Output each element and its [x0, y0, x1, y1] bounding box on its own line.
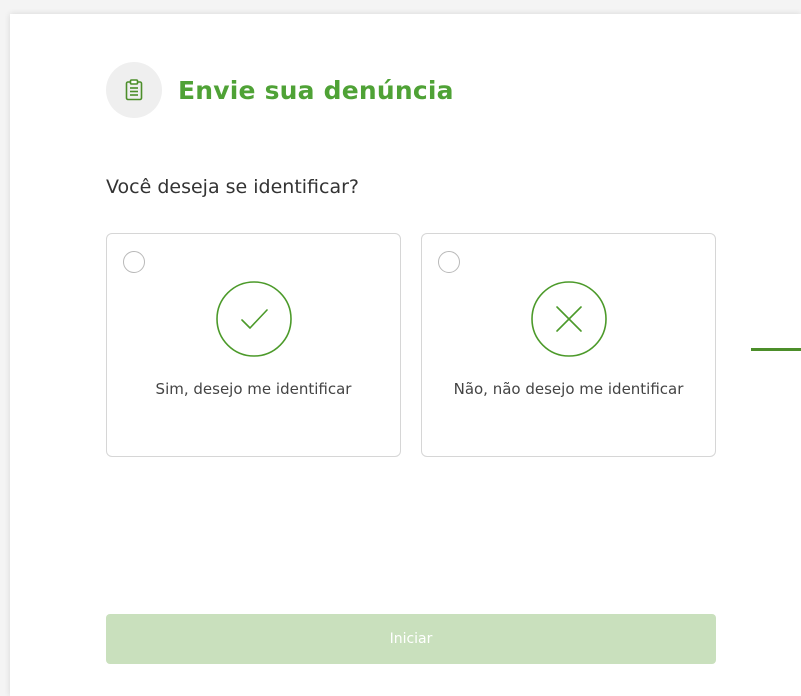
header-icon-badge — [106, 62, 162, 118]
option-identify-no[interactable]: Não, não desejo me identificar — [421, 233, 716, 457]
option-label-yes: Sim, desejo me identificar — [155, 380, 352, 398]
x-circle-icon — [530, 281, 607, 357]
option-identify-yes[interactable]: Sim, desejo me identificar — [106, 233, 401, 457]
radio-identify-no[interactable] — [438, 251, 460, 273]
check-circle-icon — [215, 281, 292, 357]
step-indicator-line — [751, 348, 801, 351]
clipboard-icon — [125, 79, 143, 101]
radio-identify-yes[interactable] — [123, 251, 145, 273]
report-card: Envie sua denúncia Você deseja se identi… — [10, 14, 801, 696]
option-label-no: Não, não desejo me identificar — [453, 380, 684, 398]
page-title: Envie sua denúncia — [178, 75, 454, 105]
header: Envie sua denúncia — [106, 62, 454, 118]
start-button[interactable]: Iniciar — [106, 614, 716, 664]
identify-question: Você deseja se identificar? — [106, 176, 360, 198]
identify-options: Sim, desejo me identificar Não, não dese… — [106, 233, 716, 457]
